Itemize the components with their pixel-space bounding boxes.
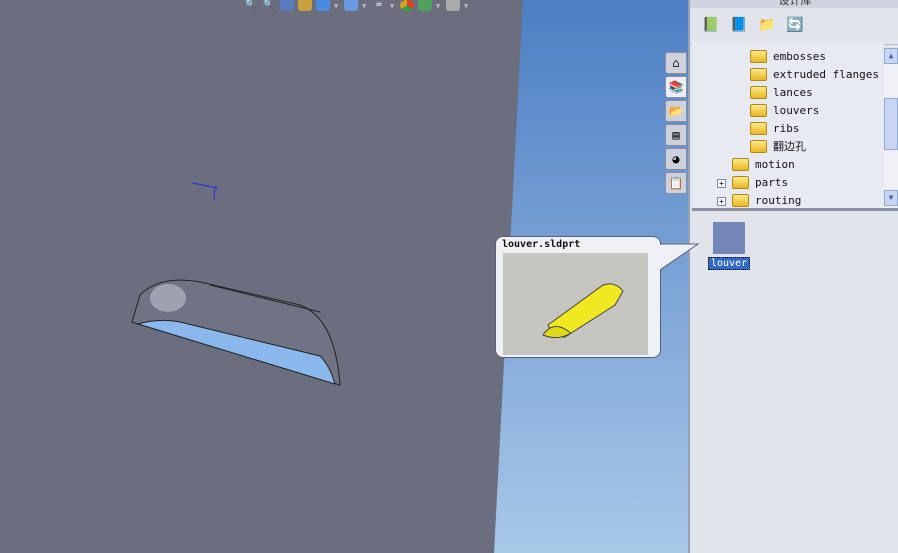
pane-splitter[interactable] [692,208,898,211]
preview-tooltip: louver.sldprt [495,236,661,358]
hide-show-icon[interactable]: ∞ [372,0,386,11]
folder-icon [732,157,749,171]
zoom-area-icon[interactable]: 🔍 [262,0,276,11]
new-folder-icon[interactable]: 📁 [758,16,776,34]
tree-scrollbar[interactable]: ▲ ▼ [884,48,898,208]
tree-item[interactable]: embosses [750,47,826,65]
zoom-to-fit-icon[interactable]: 🔍 [244,0,258,11]
custom-properties-icon[interactable]: 📋 [665,172,687,194]
view-toolbar: 🔍 🔍 ▼ ▼ ∞ ▼ ▼ ▼ [244,0,470,12]
tree-item[interactable]: parts [732,173,788,191]
panel-title: 设计库 [690,0,898,8]
part-preview-image [503,253,648,355]
scene-icon[interactable] [418,0,432,11]
view-settings-icon[interactable] [446,0,460,11]
home-icon[interactable]: ⌂ [665,52,687,74]
scroll-down-icon[interactable]: ▼ [884,190,898,206]
folder-icon [750,49,767,63]
folder-icon [750,121,767,135]
appearances-icon[interactable]: ◕ [665,148,687,170]
library-tree: embosses extruded flanges lances louvers… [692,42,884,208]
appearance-icon[interactable] [400,0,414,11]
tree-item[interactable]: 翻边孔 [750,137,806,155]
display-style-icon[interactable] [344,0,358,11]
chevron-down-icon[interactable]: ▼ [390,0,396,12]
expand-icon[interactable]: + [717,197,726,206]
section-view-icon[interactable] [298,0,312,11]
scroll-up-icon[interactable]: ▲ [884,48,898,64]
add-file-location-icon[interactable]: 📘 [730,16,748,34]
tree-item[interactable]: lances [750,83,813,101]
design-library-panel: 设计库 📗 📘 📁 🔄 embosses extruded flanges la… [688,0,898,553]
tooltip-pointer [660,243,700,271]
view-palette-icon[interactable]: ▤ [665,124,687,146]
tree-item[interactable]: extruded flanges [750,65,879,83]
folder-icon [750,139,767,153]
task-pane-tabs: ⌂ 📚 📂 ▤ ◕ 📋 [665,52,687,196]
tooltip-title: louver.sldprt [502,239,581,250]
tree-item[interactable]: motion [732,155,795,173]
chevron-down-icon[interactable]: ▼ [464,0,470,12]
view-orientation-icon[interactable] [316,0,330,11]
file-item[interactable]: louver [708,222,751,270]
folder-icon [750,85,767,99]
file-explorer-icon[interactable]: 📂 [665,100,687,122]
scroll-thumb[interactable] [884,98,898,150]
refresh-icon[interactable]: 🔄 [786,16,804,34]
expand-icon[interactable]: + [717,179,726,188]
louver-thumbnail-icon [713,222,746,254]
folder-icon [732,193,749,207]
folder-icon [750,103,767,117]
design-library-icon[interactable]: 📚 [665,76,687,98]
tree-item[interactable]: routing [732,191,801,208]
chevron-down-icon[interactable]: ▼ [362,0,368,12]
folder-icon [732,175,749,189]
panel-toolbar: 📗 📘 📁 🔄 [690,8,898,45]
chevron-down-icon[interactable]: ▼ [334,0,340,12]
tree-item[interactable]: ribs [750,119,800,137]
folder-icon [750,67,767,81]
add-to-library-icon[interactable]: 📗 [702,16,720,34]
chevron-down-icon[interactable]: ▼ [436,0,442,12]
zoom-in-out-icon[interactable] [280,0,294,11]
tree-item[interactable]: louvers [750,101,819,119]
